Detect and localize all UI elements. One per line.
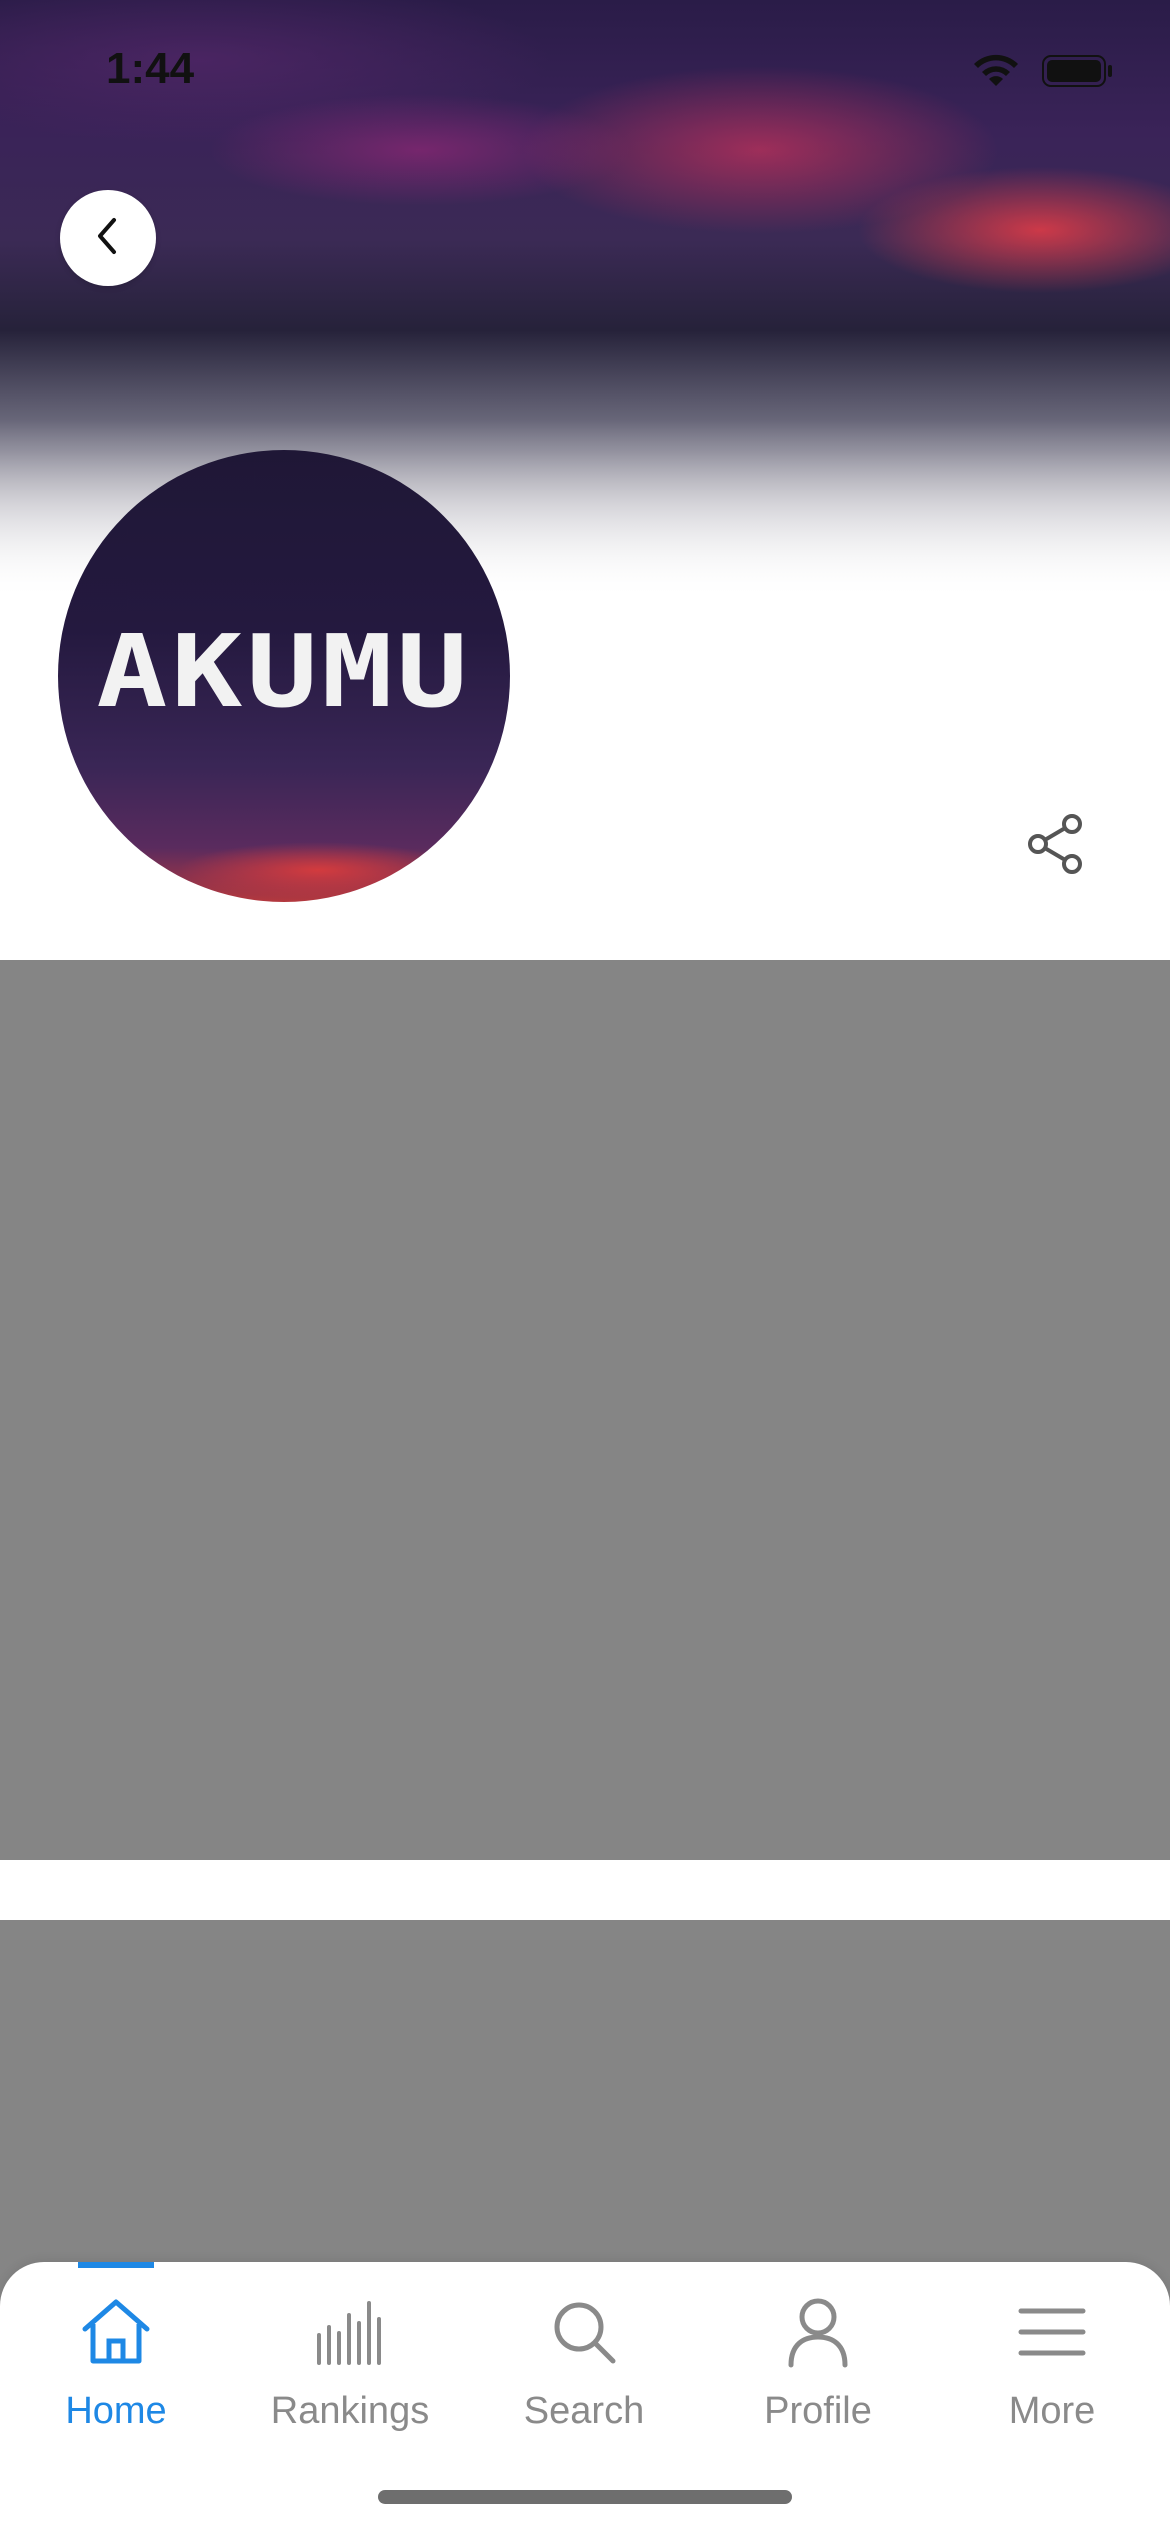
tab-search-label: Search [523, 2390, 645, 2432]
home-icon [74, 2290, 158, 2374]
person-icon [776, 2290, 860, 2374]
tab-home-label: Home [65, 2390, 167, 2432]
home-indicator[interactable] [378, 2490, 792, 2504]
tab-home[interactable]: Home [6, 2290, 226, 2470]
tab-more-label: More [1008, 2390, 1096, 2432]
bars-icon [308, 2290, 392, 2374]
active-tab-indicator [78, 2262, 154, 2268]
back-button[interactable] [60, 190, 156, 286]
tab-profile[interactable]: Profile [708, 2290, 928, 2470]
avatar-logo-text: AKUMU [96, 612, 472, 730]
screen: 1:44 AKUMU Home Rankings Search Profile … [0, 0, 1170, 2532]
tab-search[interactable]: Search [474, 2290, 694, 2470]
content-placeholder [0, 960, 1170, 1860]
status-icons [970, 52, 1114, 90]
wifi-icon [970, 52, 1022, 90]
menu-icon [1010, 2290, 1094, 2374]
battery-icon [1042, 53, 1114, 89]
chevron-left-icon [88, 214, 128, 263]
tab-rankings[interactable]: Rankings [240, 2290, 460, 2470]
tab-more[interactable]: More [942, 2290, 1162, 2470]
search-icon [542, 2290, 626, 2374]
tab-profile-label: Profile [764, 2390, 872, 2432]
share-icon [1022, 814, 1090, 882]
tab-rankings-label: Rankings [270, 2390, 430, 2432]
share-button[interactable] [1022, 810, 1090, 878]
status-time: 1:44 [106, 44, 195, 93]
avatar: AKUMU [58, 450, 510, 902]
